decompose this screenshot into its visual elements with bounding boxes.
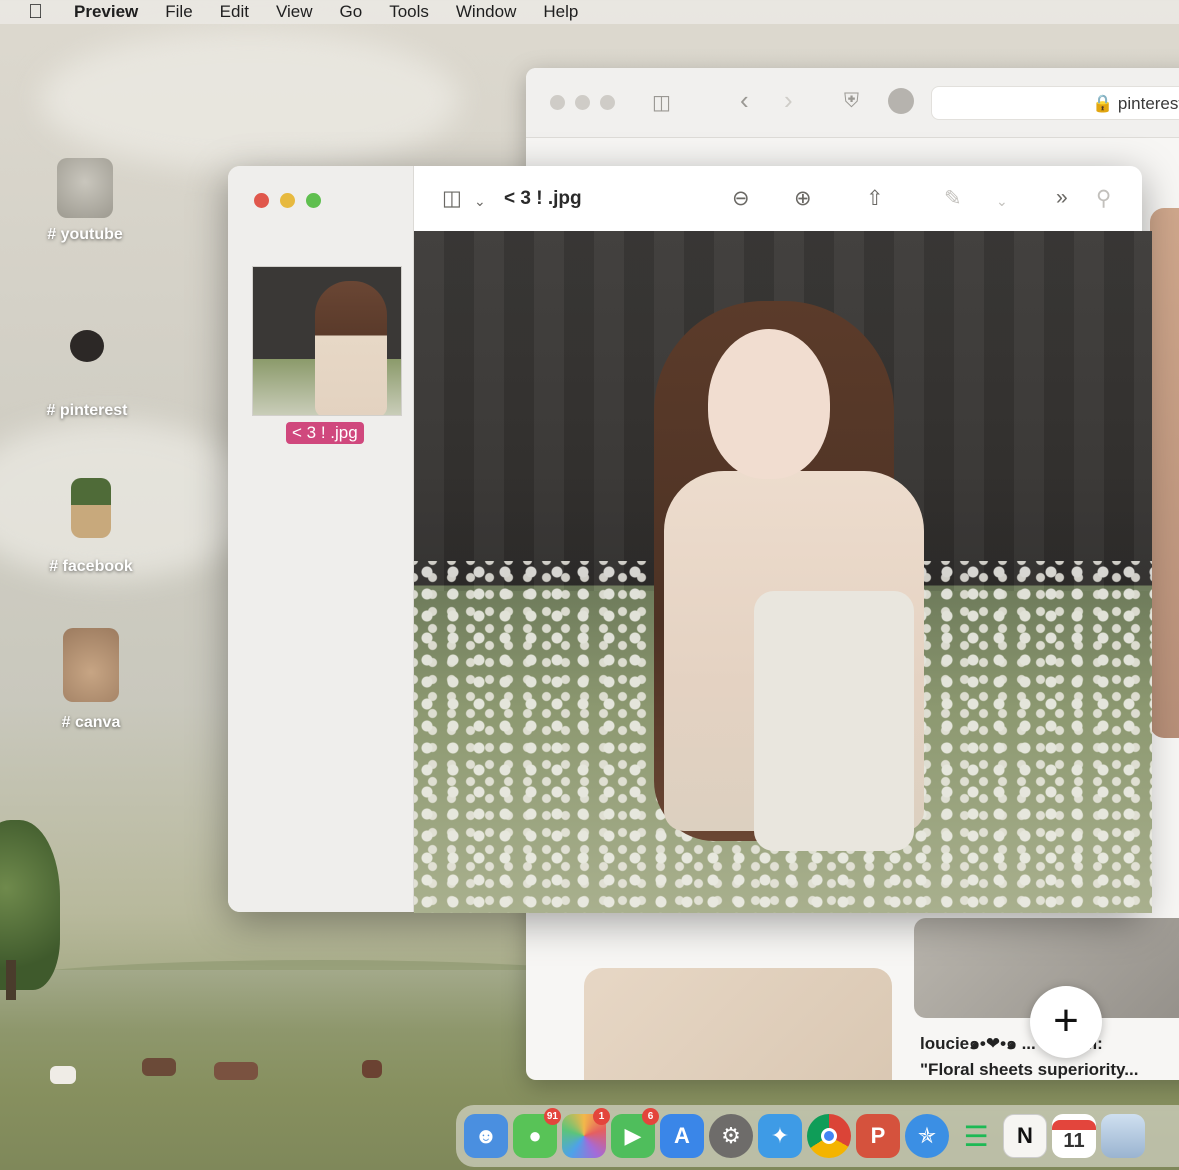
dock-chrome-icon[interactable] [807, 1114, 851, 1158]
page-thumbnail[interactable] [252, 266, 402, 416]
tree-trunk [6, 960, 16, 1000]
document-title: < 3 ! .jpg [504, 188, 582, 209]
calendar-day: 11 [1063, 1129, 1085, 1152]
menu-go[interactable]: Go [340, 2, 363, 22]
cat-plush-icon [57, 158, 113, 218]
url-text: pinterest [1117, 94, 1179, 113]
apple-icon[interactable]:  [28, 2, 50, 22]
document-image[interactable] [414, 231, 1152, 913]
zoom-button[interactable] [600, 95, 615, 110]
menu-app-name[interactable]: Preview [74, 2, 138, 22]
forward-icon[interactable]: › [784, 85, 793, 116]
bunny-plush-icon [63, 628, 119, 702]
back-icon[interactable]: ‹ [740, 85, 749, 116]
menu-help[interactable]: Help [543, 2, 578, 22]
dock-spotify-icon[interactable]: ☰ [954, 1114, 998, 1158]
close-button[interactable] [550, 95, 565, 110]
dock-calendar-icon[interactable]: 11 [1052, 1114, 1096, 1158]
search-icon[interactable]: ⚲ [1096, 186, 1111, 211]
dock-finder-icon[interactable]: ☻ [464, 1114, 508, 1158]
dock-preview-icon[interactable] [1101, 1114, 1145, 1158]
notification-badge: 91 [543, 1108, 561, 1125]
desktop-icon-label: # canva [61, 714, 121, 731]
dock-app-store-icon[interactable]: A [660, 1114, 704, 1158]
pin-image[interactable] [584, 968, 892, 1080]
desktop-icon-facebook[interactable]: # facebook [36, 478, 146, 576]
dock-safari-icon[interactable]: ✯ [905, 1114, 949, 1158]
notification-badge: 6 [642, 1108, 659, 1125]
chrome-center [821, 1128, 837, 1144]
dock-photos-icon[interactable]: 1 [562, 1108, 610, 1158]
extension-icon[interactable] [888, 88, 914, 114]
menu-bar:  Preview File Edit View Go Tools Window… [0, 0, 1179, 24]
cloud [40, 30, 460, 170]
shield-icon[interactable]: ⛨ [844, 90, 859, 113]
close-button[interactable] [254, 193, 269, 208]
preview-sidebar: < 3 ! .jpg [228, 166, 414, 912]
zoom-out-icon[interactable]: ⊖ [732, 186, 750, 211]
chevron-down-icon[interactable]: ⌄ [474, 193, 486, 210]
more-icon[interactable]: » [1056, 186, 1068, 210]
menu-tools[interactable]: Tools [389, 2, 429, 22]
cow [362, 1060, 382, 1078]
desktop-icon-youtube[interactable]: # youtube [30, 158, 140, 244]
menu-view[interactable]: View [276, 2, 313, 22]
notification-badge: 1 [593, 1108, 610, 1125]
dock-messages-icon[interactable]: ● 91 [513, 1108, 561, 1158]
window-controls [254, 193, 321, 208]
flower-icon [70, 330, 104, 362]
chevron-down-icon[interactable]: ⌄ [996, 193, 1008, 210]
dock-facetime-icon[interactable]: ▶ 6 [611, 1108, 659, 1158]
preview-toolbar: ◫ ⌄ < 3 ! .jpg ⊖ ⊕ ⇧ ✎ ⌄ » ⚲ [414, 166, 1142, 232]
dock-pinterest-icon[interactable]: P [856, 1114, 900, 1158]
desktop-icon-label: # youtube [47, 226, 123, 243]
dock-notion-icon[interactable]: N [1003, 1114, 1047, 1158]
markup-icon[interactable]: ✎ [944, 186, 962, 211]
menu-file[interactable]: File [165, 2, 192, 22]
window-controls [550, 95, 615, 110]
zoom-button[interactable] [306, 193, 321, 208]
share-icon[interactable]: ⇧ [866, 186, 884, 211]
photo-dress [754, 591, 914, 851]
cow [214, 1062, 258, 1080]
sidebar-icon[interactable]: ◫ [442, 186, 462, 211]
dock-twitter-icon[interactable]: ✦ [758, 1114, 802, 1158]
pin-caption-text[interactable]: "Floral sheets superiority... [920, 1060, 1138, 1080]
address-bar[interactable]: 🔒 pinterest [931, 86, 1179, 120]
menu-edit[interactable]: Edit [220, 2, 249, 22]
desktop-icon-pinterest[interactable]: # pinterest [32, 330, 142, 420]
minimize-button[interactable] [280, 193, 295, 208]
dock-settings-icon[interactable]: ⚙ [709, 1114, 753, 1158]
desktop-icon-canva[interactable]: # canva [36, 628, 146, 732]
dock: ☻ ● 91 1 ▶ 6 A ⚙ ✦ P ✯ ☰ N 11 [456, 1105, 1179, 1167]
minimize-button[interactable] [575, 95, 590, 110]
desktop-icon-label: # facebook [49, 558, 133, 575]
menu-window[interactable]: Window [456, 2, 516, 22]
cow [142, 1058, 176, 1076]
thumbnail-figure [315, 281, 387, 415]
safari-toolbar: ◫ ‹ › ⛨ 🔒 pinterest [526, 68, 1179, 138]
pin-image[interactable] [1150, 208, 1179, 738]
vase-icon [71, 478, 111, 538]
thumbnail-label[interactable]: < 3 ! .jpg [286, 422, 364, 444]
cow [50, 1066, 76, 1084]
photo-face [708, 329, 830, 479]
sidebar-icon[interactable]: ◫ [652, 90, 671, 115]
add-button[interactable]: + [1030, 986, 1102, 1058]
lock-icon: 🔒 [1092, 94, 1114, 113]
zoom-in-icon[interactable]: ⊕ [794, 186, 812, 211]
desktop-icon-label: # pinterest [46, 402, 128, 419]
calendar-header [1052, 1119, 1096, 1130]
